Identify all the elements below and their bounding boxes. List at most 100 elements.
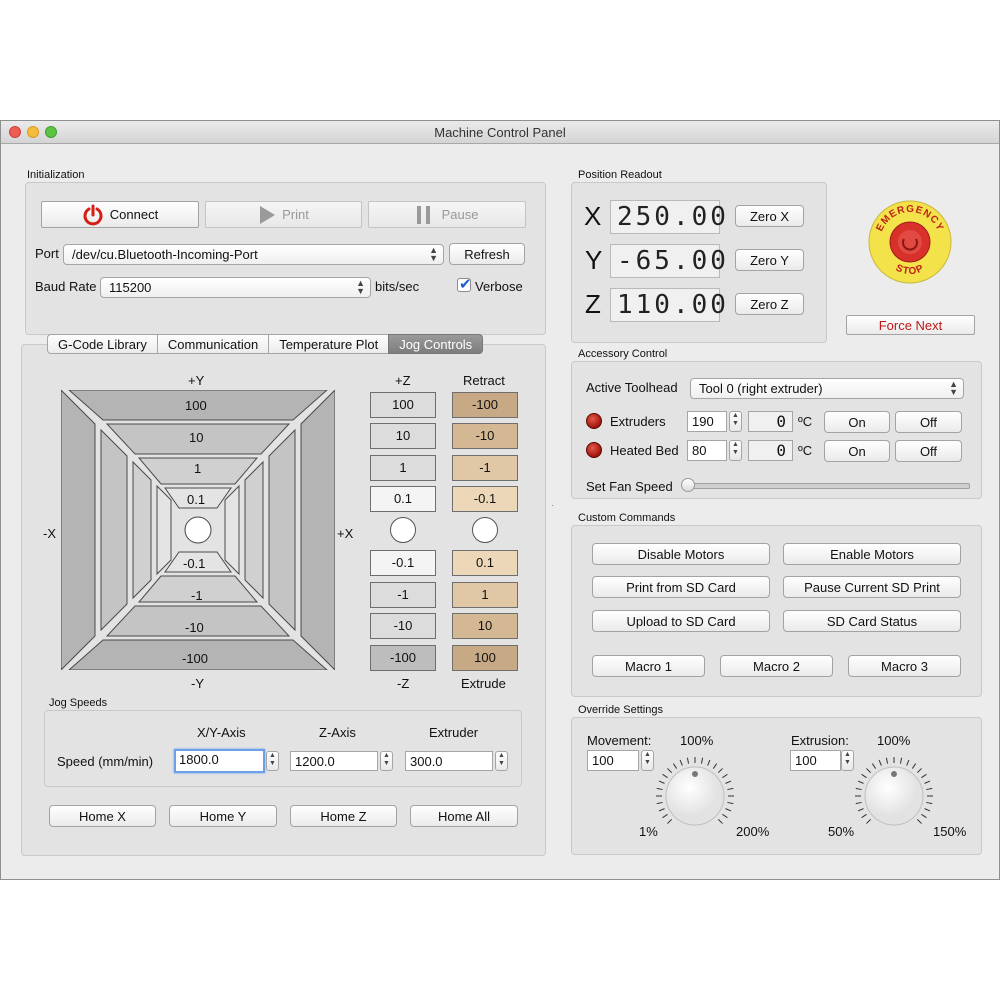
tab-gcode-library[interactable]: G-Code Library xyxy=(47,334,157,354)
jog-x-minus-10[interactable] xyxy=(100,428,128,632)
fan-speed-slider-knob[interactable] xyxy=(681,478,695,492)
jog-z-button[interactable]: -100 xyxy=(370,645,436,671)
machine-control-window: Machine Control Panel Initialization Con… xyxy=(0,120,1000,880)
jog-extruder-button[interactable]: -10 xyxy=(452,423,518,449)
refresh-button[interactable]: Refresh xyxy=(449,243,525,265)
home-x-button[interactable]: Home X xyxy=(49,805,156,827)
tab-communication[interactable]: Communication xyxy=(156,334,269,354)
jog-z-button[interactable]: 0.1 xyxy=(370,486,436,512)
jog-extruder-button[interactable]: -1 xyxy=(452,455,518,481)
home-z-button[interactable]: Home Z xyxy=(290,805,397,827)
port-value: /dev/cu.Bluetooth-Incoming-Port xyxy=(72,247,258,262)
bed-on-button[interactable]: On xyxy=(824,440,890,462)
dial-tick xyxy=(679,759,683,766)
jog-x-plus-100[interactable] xyxy=(300,390,335,670)
home-y-button[interactable]: Home Y xyxy=(169,805,277,827)
jog-extruder-button[interactable]: 100 xyxy=(452,645,518,671)
zero-x-button[interactable]: Zero X xyxy=(735,205,804,227)
extruder-on-button[interactable]: On xyxy=(824,411,890,433)
extruder-target-input[interactable]: 190 xyxy=(687,411,727,432)
macro-2-button[interactable]: Macro 2 xyxy=(720,655,833,677)
jog-x-plus-0-1[interactable] xyxy=(224,484,240,576)
dial-tick xyxy=(861,773,867,779)
connect-button[interactable]: Connect xyxy=(41,201,199,228)
dial-tick xyxy=(658,780,665,784)
jog-z-button[interactable]: -0.1 xyxy=(370,550,436,576)
print-from-sd-button[interactable]: Print from SD Card xyxy=(592,576,770,598)
jog-z-button[interactable]: 10 xyxy=(370,423,436,449)
zero-z-button[interactable]: Zero Z xyxy=(735,293,804,315)
jog-z-button[interactable]: 1 xyxy=(370,455,436,481)
movement-dial[interactable] xyxy=(653,754,737,838)
checkmark-icon: ✔ xyxy=(459,276,472,293)
z-speed-input[interactable]: 1200.0 xyxy=(290,751,378,771)
fan-speed-slider-track[interactable] xyxy=(683,483,970,489)
dial-tick xyxy=(717,768,723,774)
override-settings-label: Override Settings xyxy=(578,704,663,716)
jog-extruder-center-button[interactable] xyxy=(472,517,498,543)
dial-tick xyxy=(662,773,668,779)
jog-z-button[interactable]: -1 xyxy=(370,582,436,608)
tab-jog-controls[interactable]: Jog Controls xyxy=(388,334,484,354)
extruder-target-stepper[interactable]: ▲ ▼ xyxy=(729,411,742,432)
macro-1-button[interactable]: Macro 1 xyxy=(592,655,705,677)
pause-sd-print-button[interactable]: Pause Current SD Print xyxy=(783,576,961,598)
splitter-handle[interactable]: ⋅ xyxy=(551,501,554,512)
jog-x-minus-1[interactable] xyxy=(132,460,152,600)
bed-off-button[interactable]: Off xyxy=(895,440,962,462)
initialization-label: Initialization xyxy=(27,169,85,181)
emergency-stop-button[interactable]: EMERGENCY STOP xyxy=(867,199,953,285)
dial-tick xyxy=(725,780,732,784)
z-speed-stepper[interactable]: ▲ ▼ xyxy=(380,751,393,771)
extrusion-dial[interactable] xyxy=(852,754,936,838)
extruder-speed-input[interactable]: 300.0 xyxy=(405,751,493,771)
xy-speed-input[interactable]: 1800.0 xyxy=(174,749,265,773)
minus-y-label: -Y xyxy=(191,676,204,691)
jog-z-center-button[interactable] xyxy=(390,517,416,543)
jog-z-button[interactable]: -10 xyxy=(370,613,436,639)
movement-input[interactable]: 100 xyxy=(587,750,639,771)
baud-rate-select[interactable]: 115200 ▲ ▼ xyxy=(100,277,371,298)
port-select[interactable]: /dev/cu.Bluetooth-Incoming-Port ▲ ▼ xyxy=(63,244,444,265)
jog-x-minus-100[interactable] xyxy=(61,390,96,670)
force-next-button[interactable]: Force Next xyxy=(846,315,975,335)
extruder-speed-stepper[interactable]: ▲ ▼ xyxy=(495,751,508,771)
baud-rate-label: Baud Rate xyxy=(35,279,97,294)
jog-xy-center-button[interactable] xyxy=(184,516,212,544)
pause-button[interactable]: Pause xyxy=(368,201,526,228)
zero-y-button[interactable]: Zero Y xyxy=(735,249,804,271)
bed-target-stepper[interactable]: ▲ ▼ xyxy=(729,440,742,461)
jog-extruder-button[interactable]: 0.1 xyxy=(452,550,518,576)
extrusion-input[interactable]: 100 xyxy=(790,750,841,771)
enable-motors-button[interactable]: Enable Motors xyxy=(783,543,961,565)
dial-tick xyxy=(871,763,877,769)
jog-extruder-button[interactable]: 1 xyxy=(452,582,518,608)
jog-x-minus-0-1[interactable] xyxy=(156,484,172,576)
speed-row-label: Speed (mm/min) xyxy=(57,754,154,769)
extruder-off-button[interactable]: Off xyxy=(895,411,962,433)
tab-temperature-plot[interactable]: Temperature Plot xyxy=(268,334,389,354)
dial-tick xyxy=(707,759,711,766)
dial-tick xyxy=(926,787,933,791)
macro-3-button[interactable]: Macro 3 xyxy=(848,655,961,677)
custom-commands-label: Custom Commands xyxy=(578,512,676,524)
disable-motors-button[interactable]: Disable Motors xyxy=(592,543,770,565)
verbose-checkbox[interactable]: ✔ xyxy=(457,276,472,293)
z-position-display: 110.00 xyxy=(610,288,726,322)
jog-x-plus-1[interactable] xyxy=(244,460,264,600)
upload-to-sd-button[interactable]: Upload to SD Card xyxy=(592,610,770,632)
movement-min-label: 1% xyxy=(639,824,658,839)
bed-target-input[interactable]: 80 xyxy=(687,440,727,461)
xy-speed-stepper[interactable]: ▲ ▼ xyxy=(266,751,279,771)
print-button[interactable]: Print xyxy=(205,201,362,228)
jog-z-button[interactable]: 100 xyxy=(370,392,436,418)
dial-tick xyxy=(725,808,732,812)
home-all-button[interactable]: Home All xyxy=(410,805,518,827)
sd-card-status-button[interactable]: SD Card Status xyxy=(783,610,961,632)
fan-speed-label: Set Fan Speed xyxy=(586,479,673,494)
active-toolhead-select[interactable]: Tool 0 (right extruder) ▲ ▼ xyxy=(690,378,964,399)
jog-extruder-button[interactable]: -0.1 xyxy=(452,486,518,512)
jog-extruder-button[interactable]: 10 xyxy=(452,613,518,639)
jog-x-plus-10[interactable] xyxy=(268,428,296,632)
jog-extruder-button[interactable]: -100 xyxy=(452,392,518,418)
